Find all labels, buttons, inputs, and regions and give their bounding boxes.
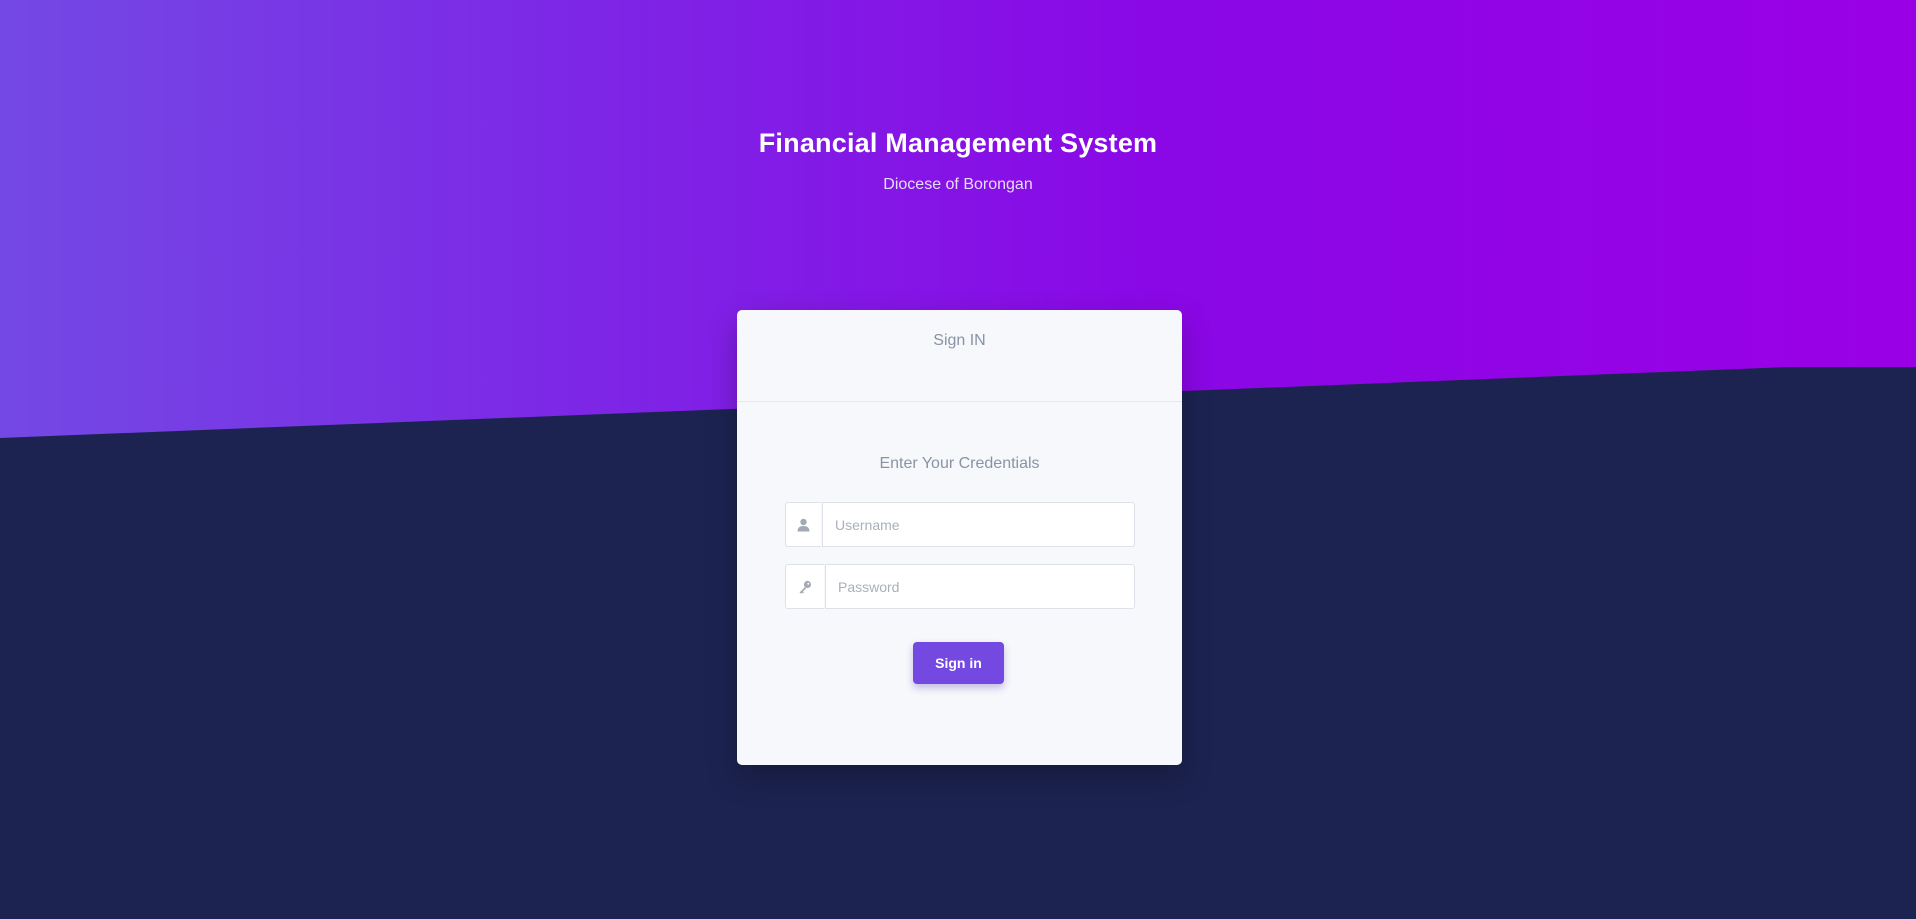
login-card: Sign IN Enter Your Credentials Username …: [737, 310, 1182, 765]
login-page: Financial Management System Diocese of B…: [0, 0, 1916, 919]
card-body: Enter Your Credentials Username Sign in: [737, 402, 1182, 684]
username-group: [785, 502, 1135, 547]
page-subtitle: Diocese of Borongan: [883, 176, 1033, 193]
password-group: [785, 564, 1135, 609]
user-icon: [797, 518, 810, 531]
username-input[interactable]: [822, 502, 1135, 547]
card-header-title: Sign IN: [933, 332, 986, 349]
card-header: Sign IN: [737, 310, 1182, 402]
password-input[interactable]: [825, 564, 1135, 609]
page-title: Financial Management System: [758, 128, 1158, 158]
signin-button[interactable]: Sign in: [913, 642, 1004, 684]
username-addon: [785, 502, 821, 547]
credentials-label: Enter Your Credentials: [879, 455, 1040, 472]
password-addon: [785, 564, 824, 609]
key-icon: [799, 580, 812, 594]
hero-section: Financial Management System Diocese of B…: [0, 124, 1916, 196]
